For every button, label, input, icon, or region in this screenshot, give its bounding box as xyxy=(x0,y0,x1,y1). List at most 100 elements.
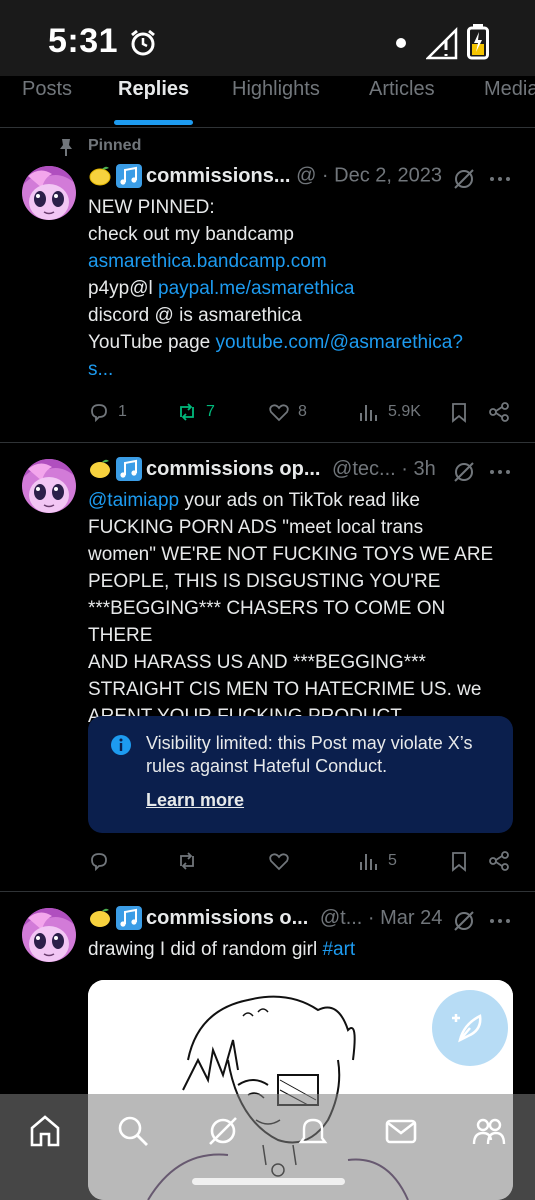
bookmark-button[interactable] xyxy=(448,397,470,427)
repost-button[interactable]: 7 xyxy=(176,397,215,427)
like-icon xyxy=(269,404,289,422)
like-button[interactable]: 8 xyxy=(268,397,307,427)
repost-button[interactable] xyxy=(176,846,198,876)
messages-icon[interactable] xyxy=(384,1114,418,1148)
search-icon[interactable] xyxy=(116,1114,150,1148)
bookmark-icon xyxy=(452,852,466,872)
avatar-image xyxy=(22,459,76,513)
notification-dot xyxy=(396,38,406,48)
lemon-emoji-icon xyxy=(89,166,111,186)
views-count: 5 xyxy=(388,852,397,869)
post-actions: 5 xyxy=(88,846,518,876)
battery-icon xyxy=(467,24,489,60)
visibility-limited-notice: Visibility limited: this Post may violat… xyxy=(88,716,513,833)
text-line: STRAIGHT CIS MEN TO HATECRIME US. we xyxy=(88,679,482,700)
music-note-emoji-icon xyxy=(116,164,142,188)
text-line: AND HARASS US AND ***BEGGING*** xyxy=(88,652,426,673)
avatar[interactable] xyxy=(22,166,76,220)
views-count: 5.9K xyxy=(388,403,421,420)
grok-icon[interactable] xyxy=(452,460,476,484)
author-row: commissions op... @tec... · 3h xyxy=(88,457,436,485)
alarm-icon xyxy=(131,29,155,56)
tab-media[interactable]: Media xyxy=(484,78,535,101)
status-bar: 5:31 xyxy=(0,0,535,86)
post-text: @taimiapp your ads on TikTok read like F… xyxy=(88,487,513,730)
text-line: discord @ is asmarethica xyxy=(88,305,302,326)
text-line: s... xyxy=(88,356,513,383)
grok-icon[interactable] xyxy=(452,909,476,933)
gesture-home-indicator[interactable] xyxy=(192,1178,345,1185)
reply-button[interactable]: 1 xyxy=(88,397,127,427)
avatar[interactable] xyxy=(22,908,76,962)
share-icon xyxy=(489,402,509,422)
status-time: 5:31 xyxy=(48,22,119,60)
avatar-image xyxy=(22,908,76,962)
text-line: PEOPLE, THIS IS DISGUSTING YOU'RE xyxy=(88,571,441,592)
text-line: ***BEGGING*** CHASERS TO COME ON THERE xyxy=(88,598,446,646)
like-button[interactable] xyxy=(268,846,290,876)
handle-and-date: @t... · Mar 24 xyxy=(319,906,443,929)
tab-articles[interactable]: Articles xyxy=(369,78,435,101)
post-pinned[interactable]: Pinned commissions... @ · Dec 2, 2023 NE… xyxy=(0,128,535,442)
communities-icon[interactable] xyxy=(472,1114,506,1148)
music-note-emoji-icon xyxy=(116,906,142,930)
youtube-link-cont[interactable]: s... xyxy=(88,359,113,380)
repost-count: 7 xyxy=(206,403,215,420)
more-icon[interactable] xyxy=(488,909,512,933)
author-row: commissions... @ · Dec 2, 2023 xyxy=(88,164,442,192)
share-button[interactable] xyxy=(488,846,510,876)
reply-button[interactable] xyxy=(88,846,110,876)
bookmark-button[interactable] xyxy=(448,846,470,876)
profile-tabs: Posts Replies Highlights Articles Media xyxy=(0,76,535,128)
tab-posts[interactable]: Posts xyxy=(22,78,72,101)
info-icon xyxy=(111,735,131,755)
repost-icon xyxy=(180,403,194,421)
lemon-emoji-icon xyxy=(90,908,110,927)
reply-icon xyxy=(91,404,107,423)
youtube-link[interactable]: youtube.com/@asmarethica? xyxy=(216,332,463,353)
more-icon[interactable] xyxy=(488,460,512,484)
lemon-emoji-icon xyxy=(90,459,110,478)
bookmark-icon xyxy=(452,403,466,423)
views-button[interactable]: 5 xyxy=(358,846,397,876)
pin-icon xyxy=(60,139,72,156)
notifications-icon[interactable] xyxy=(296,1114,330,1148)
compose-button[interactable] xyxy=(432,990,508,1066)
display-name[interactable]: commissions o... xyxy=(146,907,308,929)
text-line: @taimiapp your ads on TikTok read like xyxy=(88,490,420,511)
views-button[interactable]: 5.9K xyxy=(358,397,421,427)
notice-text: Visibility limited: this Post may violat… xyxy=(146,733,473,776)
compose-icon xyxy=(452,1014,482,1043)
bandcamp-link[interactable]: asmarethica.bandcamp.com xyxy=(88,251,327,272)
tab-highlights[interactable]: Highlights xyxy=(232,78,320,101)
grok-icon[interactable] xyxy=(452,167,476,191)
text-line: NEW PINNED: xyxy=(88,197,215,218)
like-icon xyxy=(269,853,289,871)
handle-and-time: @tec... · 3h xyxy=(332,457,436,480)
music-note-emoji-icon xyxy=(116,457,142,481)
share-button[interactable] xyxy=(488,397,510,427)
post-text: NEW PINNED: check out my bandcamp asmare… xyxy=(88,194,513,383)
avatar[interactable] xyxy=(22,459,76,513)
more-icon[interactable] xyxy=(488,167,512,191)
signal-icon xyxy=(426,26,458,60)
tab-replies[interactable]: Replies xyxy=(118,78,189,101)
post-actions: 1 7 8 5.9K xyxy=(88,397,518,427)
text-line: YouTube page youtube.com/@asmarethica? xyxy=(88,332,463,353)
mention-link[interactable]: @taimiapp xyxy=(88,490,179,511)
pinned-label: Pinned xyxy=(88,137,142,154)
text-line: asmarethica.bandcamp.com xyxy=(88,248,513,275)
grok-nav-icon[interactable] xyxy=(206,1114,240,1148)
home-icon[interactable] xyxy=(28,1114,62,1148)
handle-and-date: @ · Dec 2, 2023 xyxy=(296,164,442,187)
share-icon xyxy=(489,851,509,871)
hashtag-link[interactable]: #art xyxy=(322,939,355,960)
display-name[interactable]: commissions... xyxy=(146,165,291,187)
learn-more-link[interactable]: Learn more xyxy=(146,790,244,811)
reply-icon xyxy=(91,853,107,872)
display-name[interactable]: commissions op... xyxy=(146,458,320,480)
reply-count: 1 xyxy=(118,403,127,420)
active-tab-indicator xyxy=(114,120,193,125)
views-icon xyxy=(360,405,377,421)
paypal-link[interactable]: paypal.me/asmarethica xyxy=(158,278,354,299)
